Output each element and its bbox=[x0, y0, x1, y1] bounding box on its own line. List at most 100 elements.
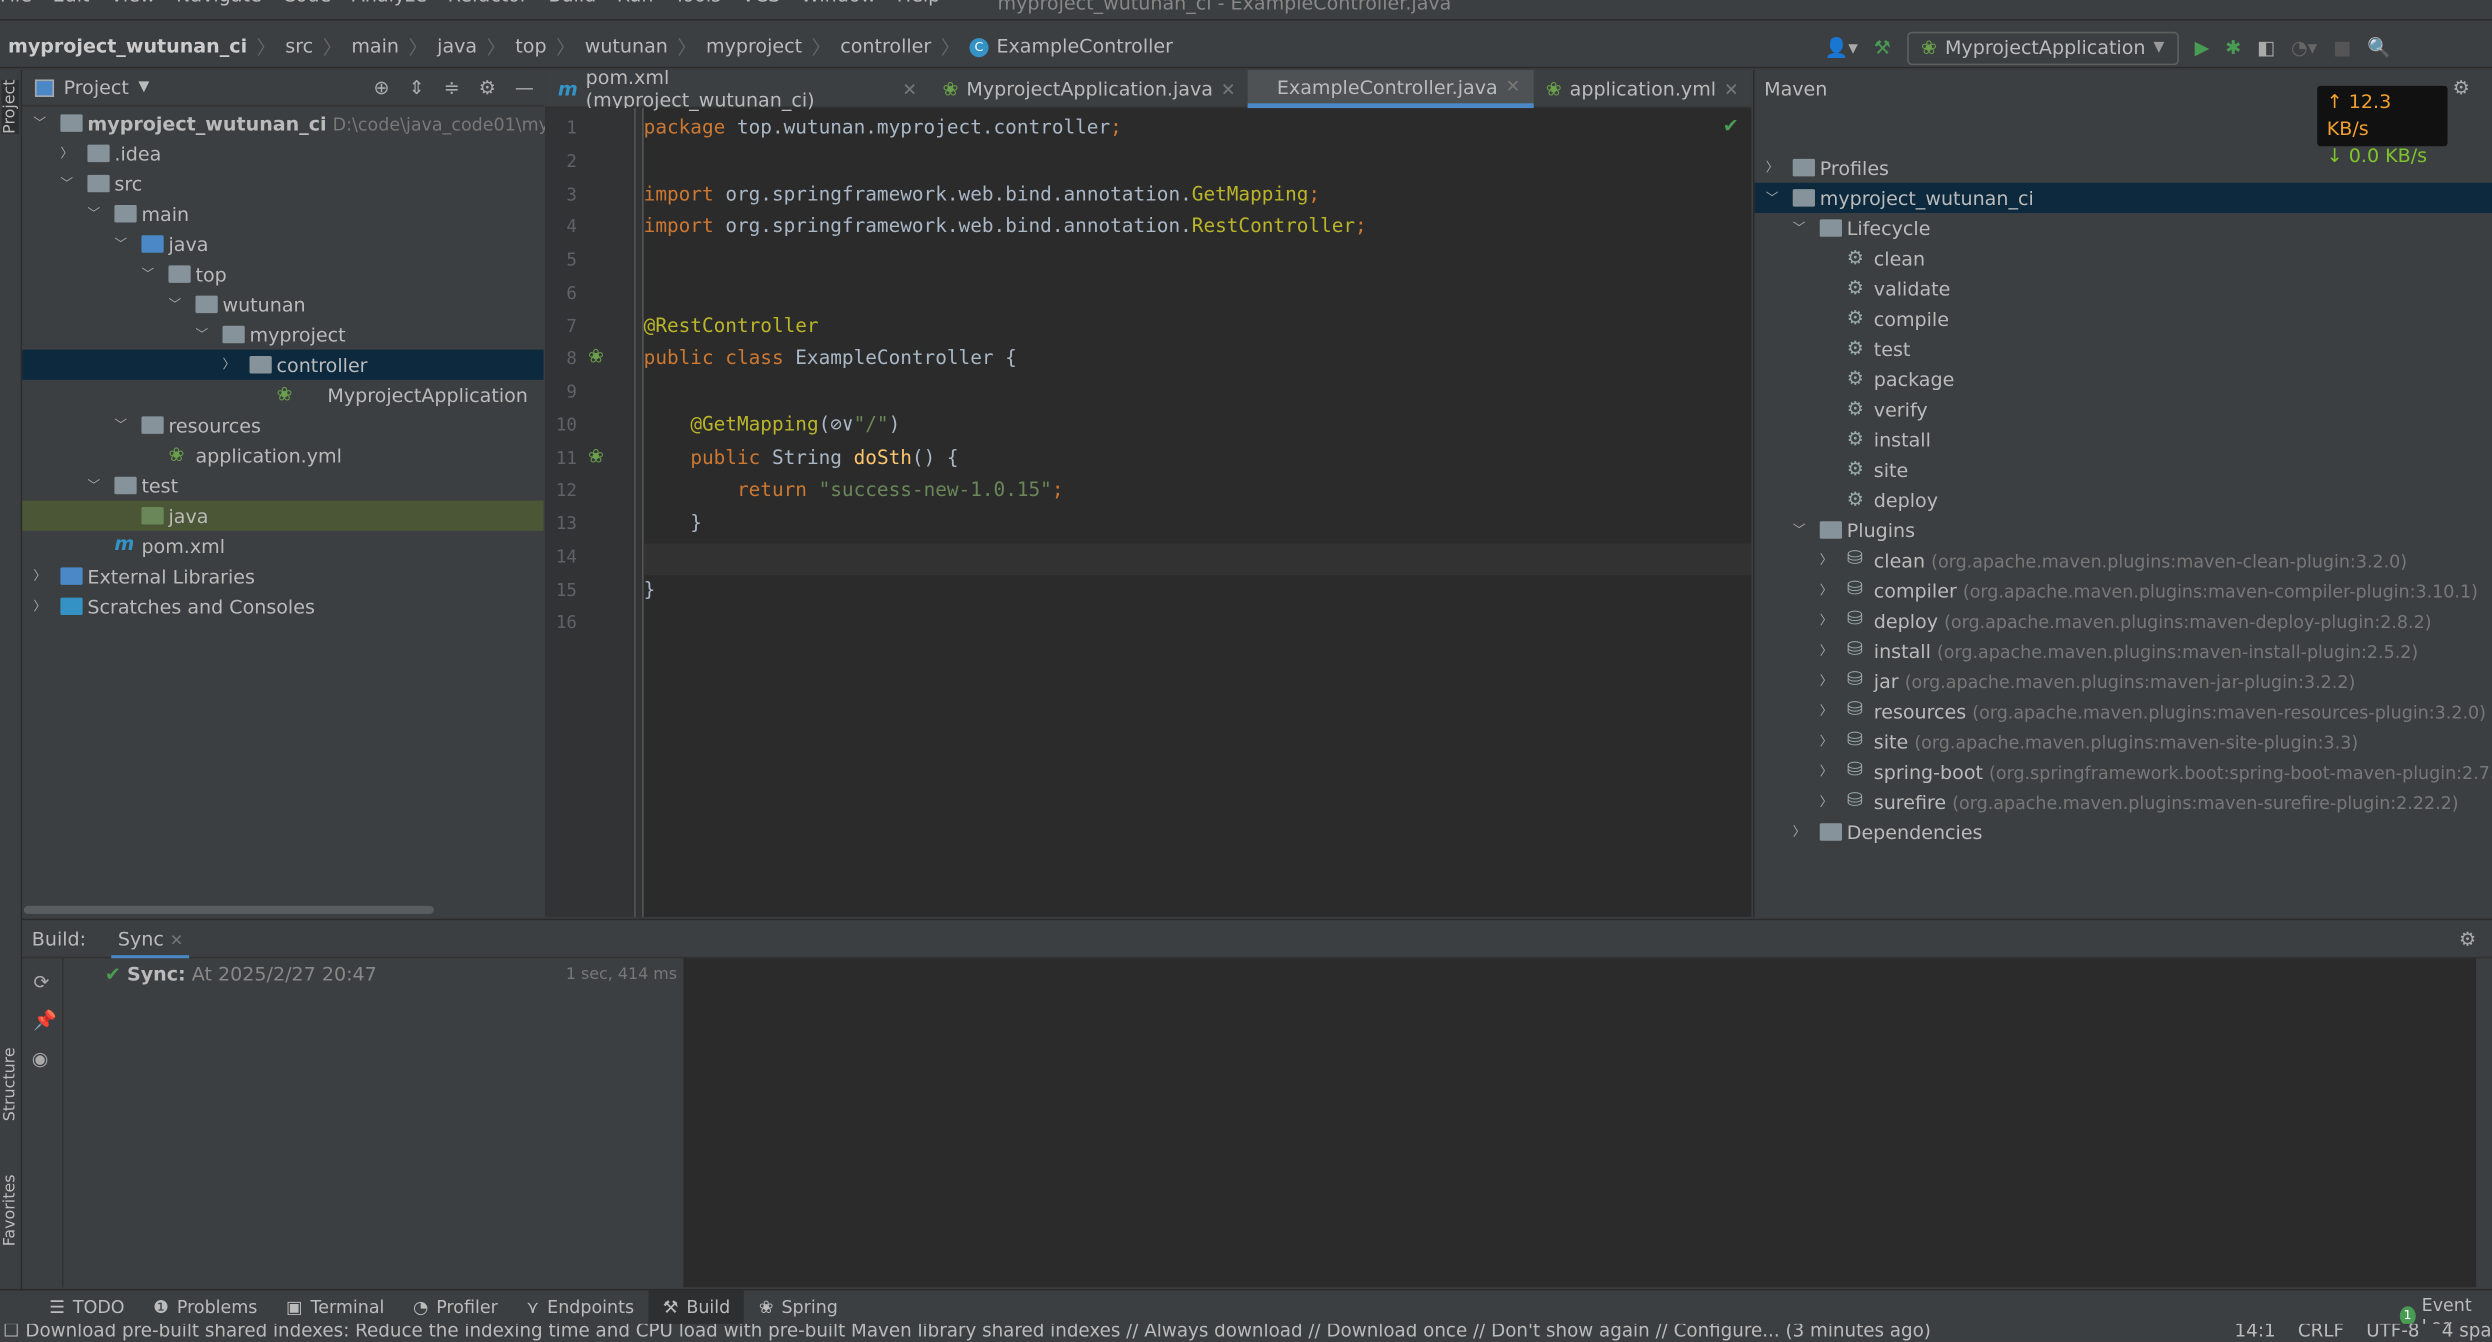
chevron-down-icon[interactable]: ﹀ bbox=[113, 416, 129, 433]
tree-item[interactable]: ﹀ src bbox=[22, 168, 543, 198]
menu-window[interactable]: Window bbox=[801, 0, 876, 6]
indent-setting[interactable]: 4 spaces bbox=[2442, 1324, 2492, 1341]
hide-icon[interactable]: — bbox=[515, 76, 534, 98]
tree-item[interactable]: ⚙ site bbox=[1755, 455, 2492, 485]
chevron-right-icon[interactable]: 〉 bbox=[32, 598, 48, 615]
breadcrumb-item[interactable]: myproject bbox=[706, 35, 802, 57]
side-tab-favorites[interactable]: Favorites bbox=[2, 1174, 19, 1246]
no-problems-check-icon[interactable]: ✔ bbox=[1723, 114, 1739, 136]
tool-terminal[interactable]: ▣ Terminal bbox=[272, 1290, 399, 1325]
chevron-right-icon[interactable]: 〉 bbox=[1791, 823, 1807, 840]
tree-item[interactable]: ﹀ java bbox=[22, 229, 543, 259]
code-line[interactable]: return "success-new-1.0.15"; bbox=[644, 479, 1064, 501]
tree-item[interactable]: ⚙ deploy bbox=[1755, 485, 2492, 515]
run-config-selector[interactable]: ❀ MyprojectApplication ▼ bbox=[1906, 30, 2179, 65]
project-view-selector[interactable]: Project bbox=[64, 76, 129, 98]
code-line[interactable]: @RestController bbox=[644, 314, 819, 336]
tab-myprojectapplication-java[interactable]: ❀ MyprojectApplication.java ✕ bbox=[930, 70, 1248, 108]
chevron-right-icon[interactable]: 〉 bbox=[1818, 582, 1834, 599]
chevron-right-icon[interactable]: 〉 bbox=[1818, 551, 1834, 568]
tree-item[interactable]: ﹀ main bbox=[22, 199, 543, 229]
tree-item[interactable]: ﹀ myproject_wutunan_ci bbox=[1754, 182, 2492, 213]
code-line[interactable]: } bbox=[644, 578, 656, 600]
chevron-right-icon[interactable]: 〉 bbox=[1818, 763, 1834, 780]
tool-build[interactable]: ⚒ Build bbox=[648, 1289, 745, 1325]
tree-item[interactable]: ﹀ Lifecycle bbox=[1755, 213, 2492, 243]
expand-all-icon[interactable]: ⇕ bbox=[409, 76, 425, 98]
tree-item[interactable]: 〉 controller bbox=[22, 349, 544, 380]
tree-item[interactable]: ﹀ wutunan bbox=[22, 289, 543, 319]
chevron-down-icon[interactable]: ﹀ bbox=[86, 477, 102, 494]
collapse-all-icon[interactable]: ≑ bbox=[444, 76, 460, 98]
line-separator[interactable]: CRLF bbox=[2298, 1324, 2344, 1341]
pin-icon[interactable]: 📌 bbox=[33, 1009, 57, 1031]
tree-item[interactable]: ❀ application.yml bbox=[22, 440, 543, 470]
debug-icon[interactable]: ✱ bbox=[2225, 37, 2241, 59]
tab-pom-xml[interactable]: m pom.xml (myproject_wutunan_ci) ✕ bbox=[545, 67, 930, 112]
tree-item[interactable]: ﹀ myproject_wutunan_ci D:\code\java_code0… bbox=[22, 108, 582, 138]
breadcrumb-item[interactable]: controller bbox=[840, 35, 931, 57]
menu-vcs[interactable]: VCS bbox=[742, 0, 780, 6]
tree-item[interactable]: ﹀ resources bbox=[22, 410, 543, 440]
tab-sync[interactable]: Sync ✕ bbox=[111, 919, 190, 958]
chevron-down-icon[interactable]: ﹀ bbox=[194, 326, 210, 343]
chevron-right-icon[interactable]: 〉 bbox=[221, 356, 237, 373]
chevron-right-icon[interactable]: 〉 bbox=[1818, 702, 1834, 719]
tree-item[interactable]: 〉 Scratches and Consoles bbox=[22, 591, 543, 621]
chevron-down-icon[interactable]: ﹀ bbox=[1791, 219, 1807, 236]
tree-item[interactable]: ⚙ validate bbox=[1755, 273, 2492, 303]
tree-item[interactable]: ﹀ test bbox=[22, 470, 543, 500]
tree-item[interactable]: ﹀ Plugins bbox=[1755, 515, 2492, 545]
close-tab-icon[interactable]: ✕ bbox=[1724, 79, 1739, 100]
chevron-right-icon[interactable]: 〉 bbox=[59, 145, 75, 162]
side-tab-project[interactable]: Project bbox=[1, 79, 20, 134]
chevron-down-icon[interactable]: ﹀ bbox=[32, 114, 48, 131]
build-hammer-icon[interactable]: ⚒ bbox=[1874, 37, 1891, 59]
tree-item[interactable]: 〉 ⛁ jar (org.apache.maven.plugins:maven-ja… bbox=[1755, 666, 2492, 696]
breadcrumb-item[interactable]: src bbox=[285, 35, 313, 57]
settings-gear-icon[interactable]: ⚙ bbox=[479, 76, 496, 98]
tree-item[interactable]: 〉 Dependencies bbox=[1755, 817, 2492, 847]
chevron-down-icon[interactable]: ﹀ bbox=[86, 205, 102, 222]
tree-item[interactable]: ⚙ test bbox=[1755, 334, 2492, 364]
rerun-icon[interactable]: ⟳ bbox=[33, 971, 49, 993]
tree-item[interactable]: ﹀ myproject bbox=[22, 319, 543, 349]
status-message[interactable]: ☐ Download pre-built shared indexes: Red… bbox=[3, 1324, 1931, 1341]
locate-icon[interactable]: ⊕ bbox=[374, 76, 390, 98]
menu-code[interactable]: Code bbox=[282, 0, 331, 6]
build-console[interactable] bbox=[684, 958, 2477, 1288]
code-line[interactable]: public String doSth() { bbox=[644, 446, 958, 468]
tool-profiler[interactable]: ◔ Profiler bbox=[399, 1290, 512, 1325]
menu-file[interactable]: File bbox=[0, 0, 32, 6]
breadcrumb-item[interactable]: top bbox=[515, 35, 546, 57]
code-line[interactable]: @GetMapping(⊘∨"/") bbox=[644, 413, 900, 435]
menu-navigate[interactable]: Navigate bbox=[176, 0, 262, 6]
chevron-right-icon[interactable]: 〉 bbox=[1818, 672, 1834, 689]
chevron-right-icon[interactable]: 〉 bbox=[1818, 793, 1834, 810]
chevron-down-icon[interactable]: ﹀ bbox=[1764, 189, 1780, 206]
user-icon[interactable]: 👤▾ bbox=[1825, 37, 1858, 59]
chevron-right-icon[interactable]: 〉 bbox=[32, 567, 48, 584]
tree-item[interactable]: m pom.xml bbox=[22, 531, 543, 561]
code-line[interactable]: public class ExampleController { bbox=[644, 347, 1017, 369]
code-line[interactable]: import org.springframework.web.bind.anno… bbox=[644, 182, 1320, 204]
file-encoding[interactable]: UTF-8 bbox=[2366, 1324, 2419, 1341]
search-icon[interactable]: 🔍 bbox=[2367, 37, 2391, 59]
chevron-down-icon[interactable]: ﹀ bbox=[59, 175, 75, 192]
tree-item[interactable]: java bbox=[22, 500, 544, 531]
breadcrumb-item[interactable]: myproject_wutunan_ci bbox=[8, 35, 247, 57]
tree-item[interactable]: 〉 ⛁ clean (org.apache.maven.plugins:maven-… bbox=[1755, 545, 2492, 575]
tool-endpoints[interactable]: ⋎ Endpoints bbox=[512, 1290, 648, 1325]
tab-examplecontroller-java[interactable]: ExampleController.java ✕ bbox=[1248, 69, 1534, 109]
code-line[interactable]: import org.springframework.web.bind.anno… bbox=[644, 215, 1367, 237]
tree-item[interactable]: ﹀ top bbox=[22, 259, 543, 289]
chevron-down-icon[interactable]: ﹀ bbox=[167, 296, 183, 313]
tool-spring[interactable]: ❀ Spring bbox=[745, 1290, 853, 1325]
close-tab-icon[interactable]: ✕ bbox=[1221, 79, 1236, 100]
close-tab-icon[interactable]: ✕ bbox=[902, 79, 917, 100]
menu-view[interactable]: View bbox=[110, 0, 155, 6]
tree-item[interactable]: 〉 .idea bbox=[22, 138, 543, 168]
code-line[interactable]: package top.wutunan.myproject.controller… bbox=[644, 116, 1122, 138]
horizontal-scrollbar[interactable] bbox=[23, 905, 434, 914]
run-icon[interactable]: ▶ bbox=[2195, 37, 2210, 59]
